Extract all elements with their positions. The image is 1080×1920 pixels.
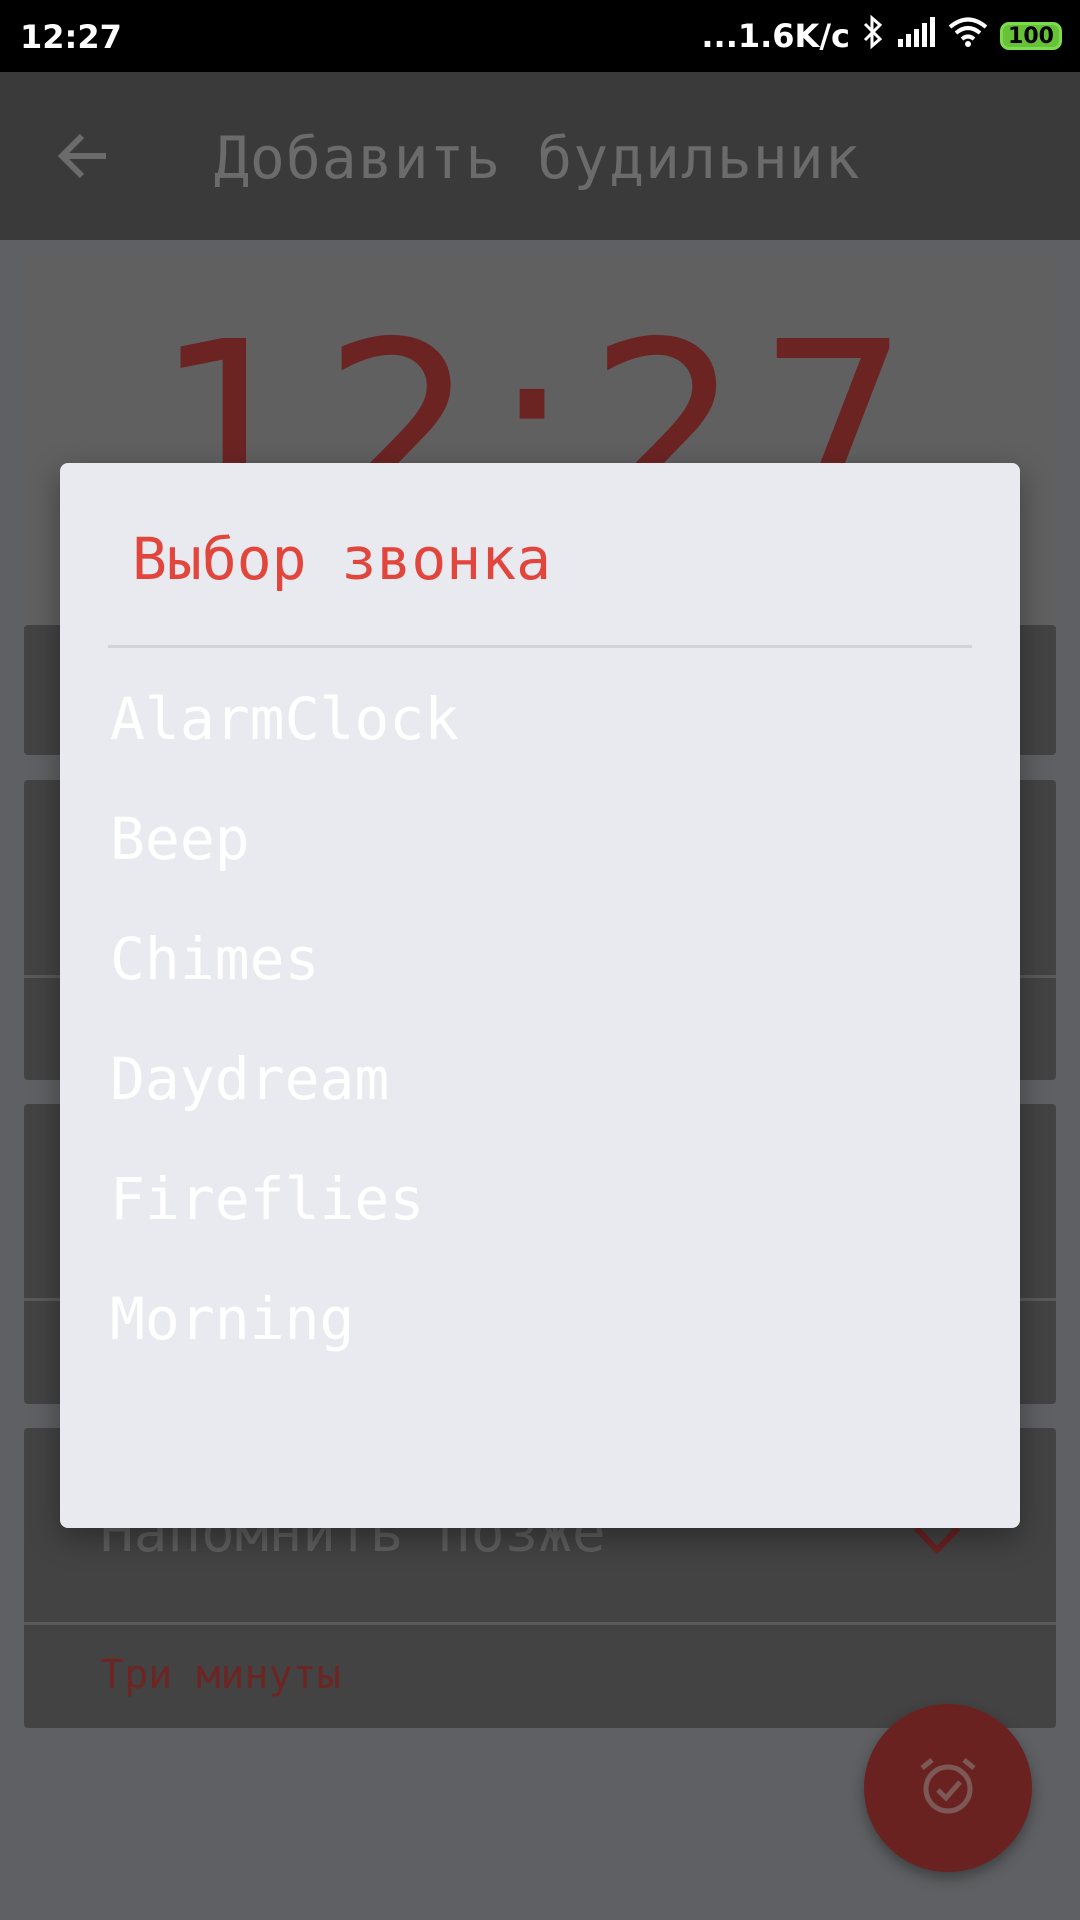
network-speed: ...1.6K/c [701, 17, 850, 55]
status-icons: ...1.6K/c 100 [701, 14, 1062, 58]
ringtone-item-chimes[interactable]: Chimes [108, 899, 972, 1019]
signal-icon [896, 17, 936, 55]
ringtone-list: AlarmClock Beep Chimes Daydream Fireflie… [108, 659, 972, 1379]
status-bar: 12:27 ...1.6K/c 100 [0, 0, 1080, 72]
dialog-title: Выбор звонка [132, 525, 552, 593]
ringtone-item-beep[interactable]: Beep [108, 779, 972, 899]
wifi-icon [948, 16, 988, 56]
dialog-divider [108, 645, 972, 648]
battery-indicator: 100 [1000, 22, 1062, 50]
ringtone-item-alarmclock[interactable]: AlarmClock [108, 659, 972, 779]
bluetooth-icon [862, 14, 884, 57]
ringtone-item-daydream[interactable]: Daydream [108, 1019, 972, 1139]
ringtone-item-morning[interactable]: Morning [108, 1259, 972, 1379]
status-time: 12:27 [20, 18, 122, 56]
ringtone-dialog: Выбор звонка AlarmClock Beep Chimes Dayd… [60, 463, 1020, 1528]
ringtone-item-fireflies[interactable]: Fireflies [108, 1139, 972, 1259]
